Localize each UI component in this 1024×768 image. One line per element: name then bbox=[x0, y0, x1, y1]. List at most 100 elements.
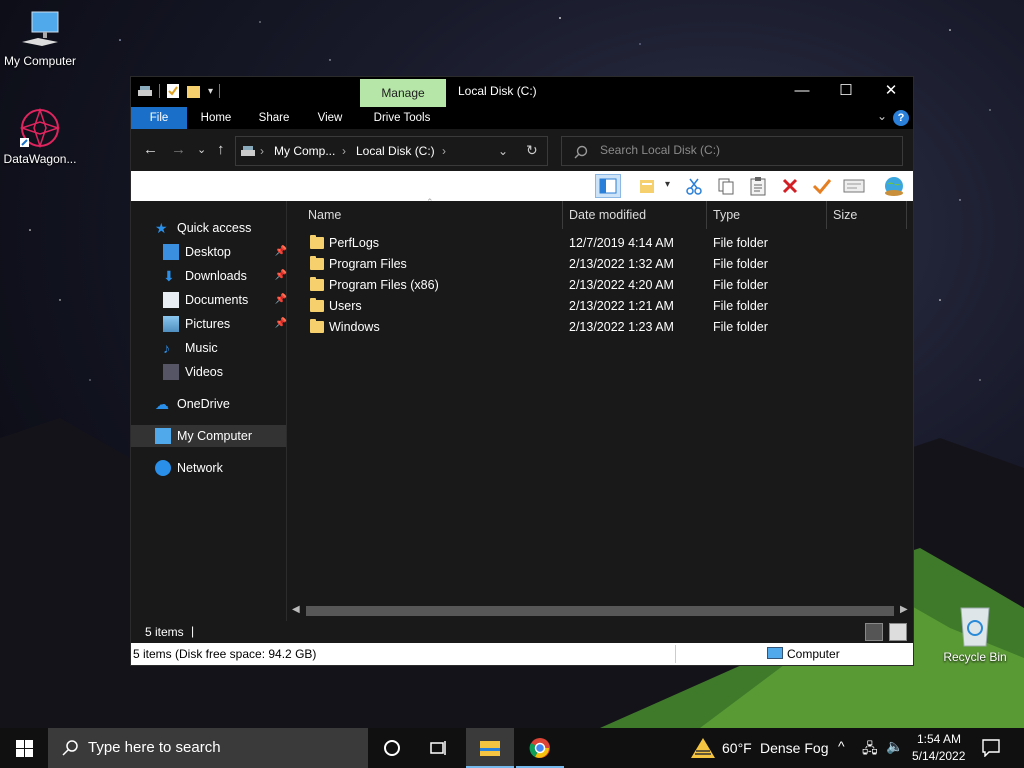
scroll-left-icon[interactable]: ◀ bbox=[292, 604, 300, 615]
weather-fog-icon[interactable] bbox=[690, 737, 716, 759]
nav-pictures[interactable]: Pictures 📌 bbox=[163, 313, 287, 335]
properties-icon[interactable] bbox=[841, 174, 867, 198]
copy-icon[interactable] bbox=[713, 174, 739, 198]
column-separator bbox=[706, 201, 707, 229]
maximize-button[interactable]: ☐ bbox=[823, 77, 869, 105]
nav-music[interactable]: ♪ Music bbox=[163, 337, 218, 359]
large-icons-view-icon[interactable] bbox=[889, 623, 907, 641]
search-input[interactable] bbox=[600, 143, 890, 157]
column-header-name[interactable]: Name bbox=[308, 201, 341, 229]
weather-temp[interactable]: 60°F bbox=[722, 740, 752, 756]
file-row[interactable]: Program Files (x86) 2/13/2022 4:20 AM Fi… bbox=[288, 275, 913, 296]
breadcrumb-my-computer[interactable]: My Comp... bbox=[274, 144, 335, 158]
details-view-icon[interactable] bbox=[865, 623, 883, 641]
nav-downloads[interactable]: ⬇ Downloads 📌 bbox=[163, 265, 287, 287]
windows-start-icon[interactable] bbox=[16, 740, 33, 757]
cortana-icon[interactable] bbox=[384, 740, 400, 756]
file-type: File folder bbox=[713, 299, 768, 313]
drive-icon[interactable] bbox=[137, 84, 153, 98]
up-arrow-icon[interactable]: ↑ bbox=[217, 141, 225, 158]
weather-condition[interactable]: Dense Fog bbox=[760, 740, 828, 756]
file-row[interactable]: Program Files 2/13/2022 1:32 AM File fol… bbox=[288, 254, 913, 275]
globe-icon[interactable] bbox=[881, 174, 907, 198]
notifications-icon[interactable] bbox=[982, 739, 1000, 757]
pin-icon[interactable]: 📌 bbox=[275, 241, 287, 263]
breadcrumb-separator-icon: › bbox=[260, 144, 264, 158]
clock-date[interactable]: 5/14/2022 bbox=[912, 749, 965, 763]
taskbar-file-explorer[interactable] bbox=[466, 728, 514, 768]
nav-my-computer[interactable]: My Computer bbox=[131, 425, 286, 447]
file-row[interactable]: Windows 2/13/2022 1:23 AM File folder bbox=[288, 317, 913, 338]
ribbon-tabs: File Home Share View Drive Tools ⌄ ? bbox=[131, 107, 913, 129]
pin-icon[interactable]: 📌 bbox=[275, 289, 287, 311]
tab-drive-tools[interactable]: Drive Tools bbox=[363, 107, 441, 129]
new-folder-icon[interactable] bbox=[635, 174, 661, 198]
desktop-icon-datawagon[interactable]: DataWagon... bbox=[0, 106, 80, 166]
properties-check-icon[interactable] bbox=[166, 83, 180, 99]
taskbar-chrome[interactable] bbox=[516, 728, 564, 768]
column-header-date[interactable]: Date modified bbox=[569, 201, 646, 229]
new-dropdown-icon[interactable]: ▾ bbox=[665, 179, 670, 190]
column-header-type[interactable]: Type bbox=[713, 201, 740, 229]
breadcrumb-local-disk[interactable]: Local Disk (C:) bbox=[356, 144, 435, 158]
nav-quick-access[interactable]: ★ Quick access bbox=[155, 217, 251, 239]
layout-icon[interactable] bbox=[595, 174, 621, 198]
tab-manage[interactable]: Manage bbox=[360, 79, 446, 107]
new-folder-qat-icon[interactable] bbox=[186, 83, 202, 99]
refresh-icon[interactable]: ↻ bbox=[526, 142, 538, 159]
tab-view[interactable]: View bbox=[307, 107, 353, 129]
bar-divider bbox=[675, 645, 676, 663]
nav-label: Documents bbox=[185, 293, 249, 307]
task-view-icon[interactable] bbox=[430, 740, 448, 756]
expand-ribbon-icon[interactable]: ⌄ bbox=[877, 109, 887, 123]
volume-icon[interactable]: 🔈 bbox=[886, 738, 903, 755]
qat-dropdown-icon[interactable]: ▾ bbox=[208, 86, 213, 97]
item-count: 5 items bbox=[145, 625, 184, 639]
nav-network[interactable]: Network bbox=[155, 457, 223, 479]
file-date: 2/13/2022 4:20 AM bbox=[569, 278, 674, 292]
paste-icon[interactable] bbox=[745, 174, 771, 198]
window-title: Local Disk (C:) bbox=[458, 84, 537, 98]
column-separator bbox=[906, 201, 907, 229]
nav-onedrive[interactable]: ☁ OneDrive bbox=[155, 393, 230, 415]
desktop-icon-recycle-bin[interactable]: Recycle Bin bbox=[935, 602, 1015, 664]
taskbar-search-input[interactable] bbox=[88, 739, 348, 756]
tab-file[interactable]: File bbox=[131, 107, 187, 129]
file-row[interactable]: Users 2/13/2022 1:21 AM File folder bbox=[288, 296, 913, 317]
clock-time[interactable]: 1:54 AM bbox=[917, 732, 961, 746]
desktop-icon-my-computer[interactable]: My Computer bbox=[0, 8, 80, 68]
back-arrow-icon[interactable]: ← bbox=[143, 141, 158, 158]
address-bar[interactable]: › My Comp... › Local Disk (C:) › ⌄ ↻ bbox=[235, 136, 548, 166]
file-row[interactable]: PerfLogs 12/7/2019 4:14 AM File folder bbox=[288, 233, 913, 254]
pin-icon[interactable]: 📌 bbox=[275, 313, 287, 335]
breadcrumb-separator-icon: › bbox=[342, 144, 346, 158]
taskbar-search[interactable] bbox=[48, 728, 368, 768]
nav-desktop[interactable]: Desktop 📌 bbox=[163, 241, 287, 263]
recent-locations-icon[interactable]: ⌄ bbox=[197, 143, 206, 156]
help-icon[interactable]: ? bbox=[893, 110, 909, 126]
cut-icon[interactable] bbox=[681, 174, 707, 198]
breadcrumb-separator-icon: › bbox=[442, 144, 446, 158]
close-button[interactable]: ✕ bbox=[868, 77, 914, 105]
details-bar: 5 items (Disk free space: 94.2 GB) Compu… bbox=[131, 643, 913, 665]
network-tray-icon[interactable]: 🖧 bbox=[862, 738, 878, 762]
nav-videos[interactable]: Videos bbox=[163, 361, 223, 383]
address-dropdown-icon[interactable]: ⌄ bbox=[498, 144, 508, 158]
scroll-thumb[interactable] bbox=[306, 606, 894, 616]
tab-home[interactable]: Home bbox=[193, 107, 239, 129]
file-date: 2/13/2022 1:32 AM bbox=[569, 257, 674, 271]
horizontal-scrollbar[interactable]: ◀ ▶ bbox=[288, 601, 913, 621]
checkmark-icon[interactable] bbox=[809, 174, 835, 198]
delete-icon[interactable] bbox=[777, 174, 803, 198]
forward-arrow-icon[interactable]: → bbox=[171, 141, 186, 158]
scroll-right-icon[interactable]: ▶ bbox=[900, 604, 908, 615]
star-icon: ★ bbox=[155, 220, 168, 236]
minimize-button[interactable]: — bbox=[779, 77, 825, 105]
search-box[interactable] bbox=[561, 136, 903, 166]
column-header-size[interactable]: Size bbox=[833, 201, 857, 229]
file-type: File folder bbox=[713, 257, 768, 271]
tray-chevron-up-icon[interactable]: ^ bbox=[838, 738, 845, 754]
pin-icon[interactable]: 📌 bbox=[275, 265, 287, 287]
tab-share[interactable]: Share bbox=[251, 107, 297, 129]
nav-documents[interactable]: Documents 📌 bbox=[163, 289, 287, 311]
